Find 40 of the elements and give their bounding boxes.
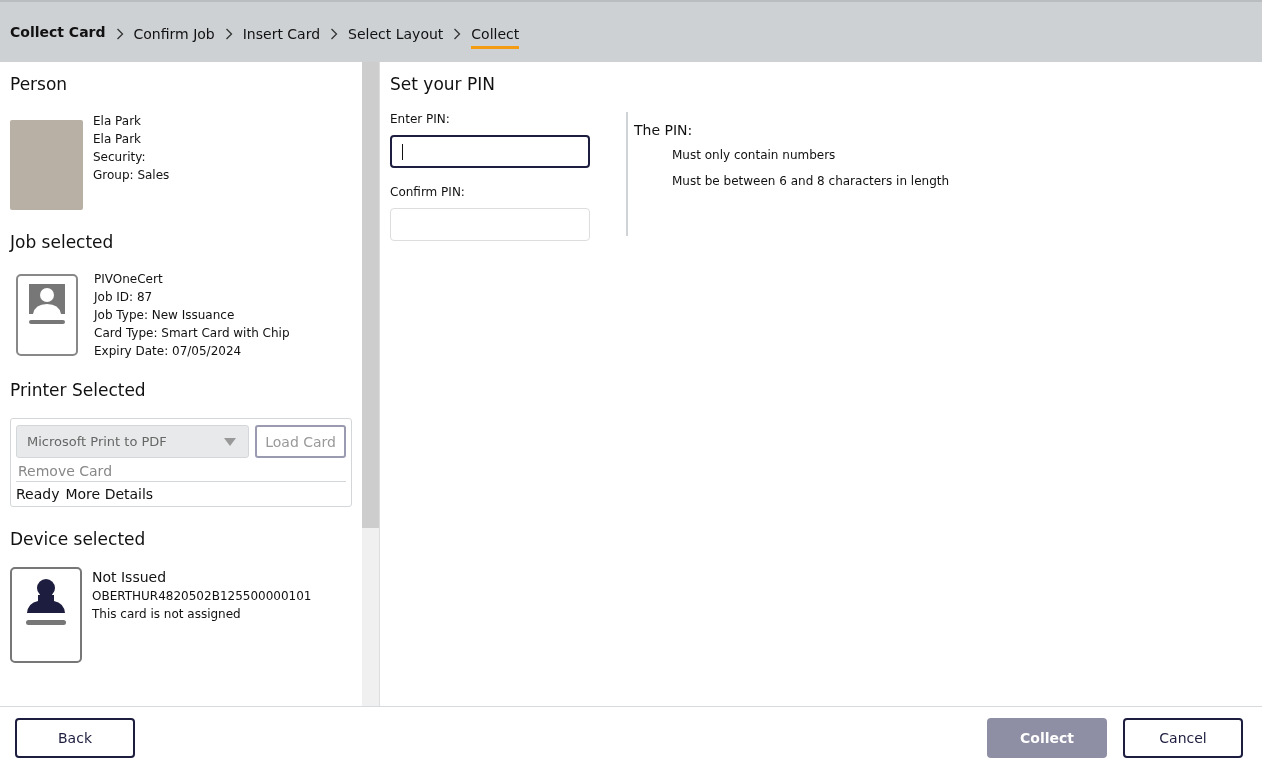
pin-input-field[interactable] <box>390 135 590 168</box>
job-detail: PIVOneCert <box>94 272 164 286</box>
scrollbar[interactable] <box>362 62 380 706</box>
field-label: Confirm PIN: <box>390 185 466 199</box>
chevron-right-icon <box>115 27 124 40</box>
printer-status: Ready <box>16 486 60 502</box>
id-card-icon <box>16 274 78 356</box>
chevron-right-icon <box>224 27 233 40</box>
footer-button[interactable]: Back <box>15 718 135 758</box>
rules-title: The PIN: <box>634 122 694 138</box>
pin-rule: Must be between 6 and 8 characters in length <box>672 174 950 188</box>
job-detail: Job Type: New Issuance <box>94 308 236 322</box>
person-detail: Ela Park <box>93 114 143 128</box>
breadcrumb-step[interactable]: Select Layout <box>348 21 444 49</box>
breadcrumb-step[interactable]: Insert Card <box>242 21 321 49</box>
job-detail: Job ID: 87 <box>94 290 154 304</box>
device-note: This card is not assigned <box>92 607 242 621</box>
person-detail: Group: Sales <box>93 168 170 182</box>
footer-button[interactable]: Cancel <box>1123 718 1243 758</box>
pin-rule: Must only contain numbers <box>672 148 837 162</box>
field-label: Enter PIN: <box>390 112 451 126</box>
section-heading: Set your PIN <box>390 74 496 94</box>
person-detail: Security: <box>93 150 147 164</box>
section-heading: Person <box>10 74 69 94</box>
job-detail: Card Type: Smart Card with Chip <box>94 326 290 340</box>
more-details-link[interactable]: More Details <box>65 486 154 502</box>
device-serial: OBERTHUR4820502B125500000101 <box>92 589 312 603</box>
section-heading: Device selected <box>10 529 147 549</box>
chevron-right-icon <box>330 27 339 40</box>
chevron-right-icon <box>453 27 462 40</box>
breadcrumb-step[interactable]: Confirm Job <box>133 21 215 49</box>
device-card-icon <box>10 567 82 663</box>
dropdown-arrow-icon <box>224 437 237 446</box>
section-heading: Printer Selected <box>10 380 147 400</box>
device-status: Not Issued <box>92 569 168 585</box>
breadcrumb-step[interactable]: Collect <box>471 21 520 49</box>
person-detail: Ela Park <box>93 132 143 146</box>
job-detail: Expiry Date: 07/05/2024 <box>94 344 243 358</box>
breadcrumb-title: Collect Card <box>10 24 106 40</box>
section-heading: Job selected <box>10 232 115 252</box>
